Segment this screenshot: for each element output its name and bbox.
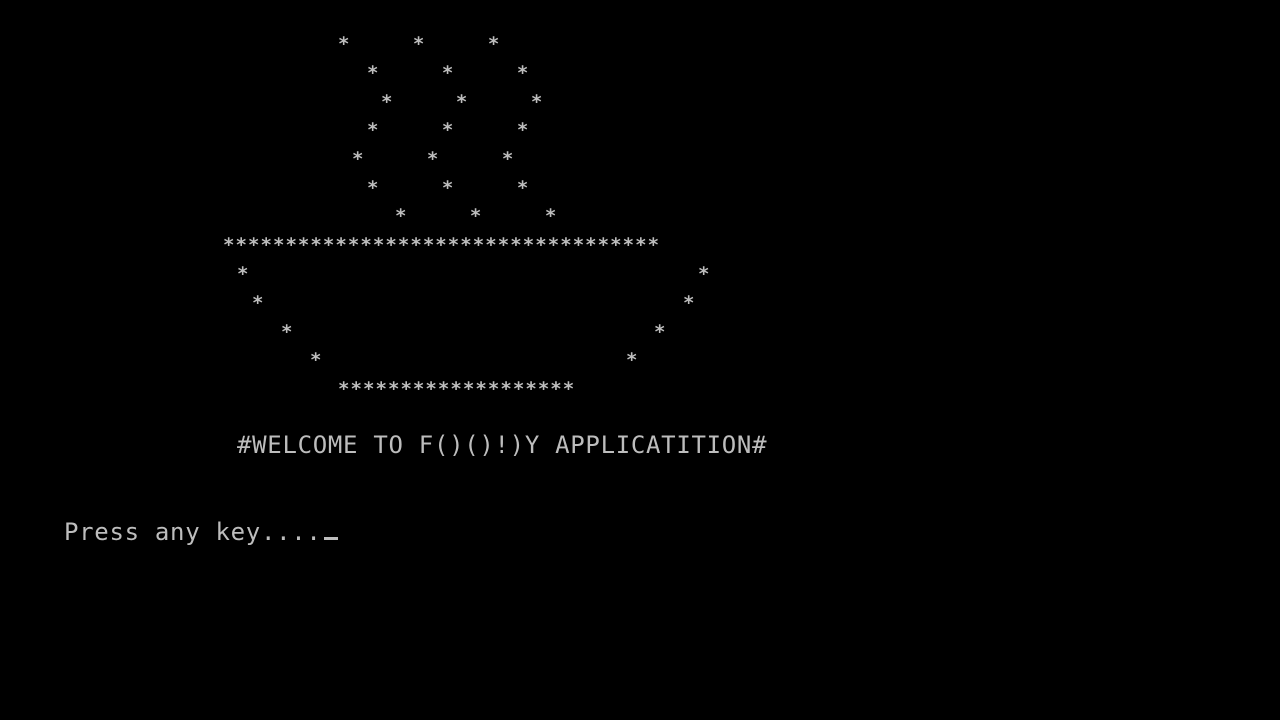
steam-row-5: * * * bbox=[352, 148, 515, 170]
steam-row-3: * * * bbox=[381, 91, 544, 113]
console-screen: * * * * * * * * * * * * * * * * * * * * … bbox=[0, 0, 1280, 720]
bowl-side-right-4: * bbox=[626, 349, 639, 371]
bowl-base: ******************* bbox=[338, 378, 576, 400]
bowl-side-right-1: * bbox=[698, 263, 711, 285]
welcome-banner: #WELCOME TO F()()!)Y APPLICATITION# bbox=[237, 431, 768, 459]
steam-row-1: * * * bbox=[338, 33, 501, 55]
bowl-side-right-2: * bbox=[683, 292, 696, 314]
steam-row-4: * * * bbox=[367, 119, 530, 141]
steam-row-2: * * * bbox=[367, 62, 530, 84]
steam-row-7: * * * bbox=[395, 205, 558, 227]
bowl-side-left-2: * bbox=[252, 292, 265, 314]
prompt-text: Press any key.... bbox=[64, 518, 322, 546]
bowl-side-left-3: * bbox=[281, 321, 294, 343]
press-any-key-prompt[interactable]: Press any key.... bbox=[64, 518, 338, 546]
bowl-side-left-1: * bbox=[237, 263, 250, 285]
bowl-side-left-4: * bbox=[310, 349, 323, 371]
bowl-side-right-3: * bbox=[654, 321, 667, 343]
steam-row-6: * * * bbox=[367, 177, 530, 199]
bowl-rim: *********************************** bbox=[223, 234, 661, 256]
text-cursor bbox=[323, 537, 338, 540]
